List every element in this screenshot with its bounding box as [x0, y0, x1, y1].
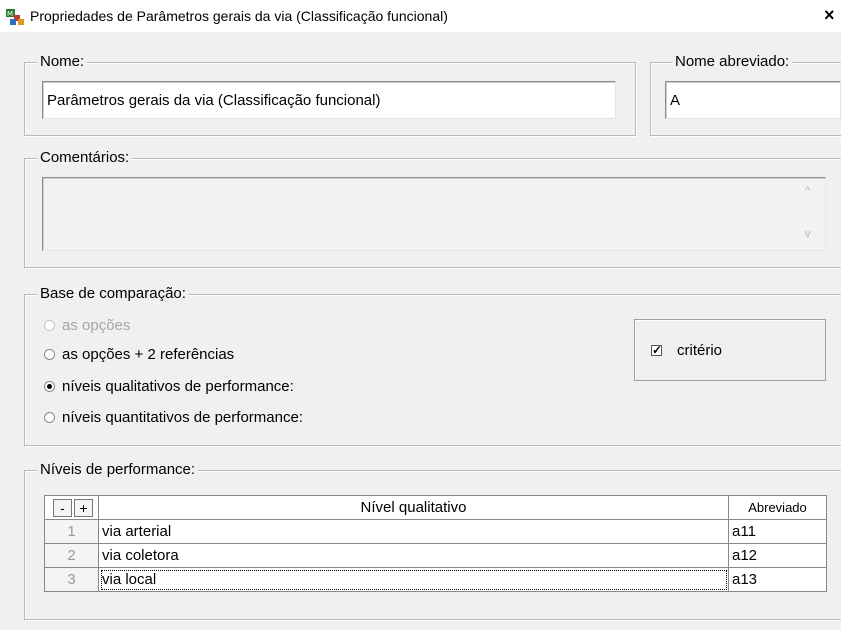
niveis-label: Níveis de performance: [37, 461, 199, 479]
row-controls: - + [44, 495, 99, 520]
radio-opcoes-referencias[interactable]: as opções + 2 referências [44, 345, 234, 365]
svg-text:M: M [7, 10, 13, 18]
level-cell[interactable]: via arterial [98, 519, 729, 544]
remove-row-button[interactable]: - [53, 498, 72, 517]
abbr-cell[interactable]: a13 [728, 567, 827, 592]
column-header-level: Nível qualitativo [98, 495, 729, 520]
radio-button[interactable] [44, 411, 55, 423]
radio-button-selected[interactable] [44, 380, 55, 392]
column-header-abbr: Abreviado [728, 495, 827, 520]
level-cell[interactable]: via coletora [98, 543, 729, 568]
criterio-checkbox[interactable]: ✓ [651, 344, 662, 356]
radio-label: as opções [62, 317, 131, 334]
radio-label: níveis quantitativos de performance: [62, 409, 303, 426]
nome-abreviado-input[interactable]: A [665, 81, 841, 119]
app-icon: M [6, 9, 24, 25]
nome-label: Nome: [37, 53, 88, 71]
radio-label: as opções + 2 referências [62, 346, 235, 363]
nome-abreviado-label: Nome abreviado: [672, 53, 793, 71]
level-cell[interactable]: via local [98, 567, 729, 592]
comentarios-label: Comentários: [37, 149, 133, 167]
criterio-label: critério [677, 342, 723, 359]
close-icon[interactable]: × [824, 5, 835, 26]
row-number: 1 [44, 519, 99, 544]
table-row[interactable]: 3 via local a13 [44, 567, 827, 592]
radio-button[interactable] [44, 348, 55, 360]
radio-niveis-quantitativos[interactable]: níveis quantitativos de performance: [44, 408, 303, 428]
row-number: 3 [44, 567, 99, 592]
radio-as-opcoes[interactable]: as opções [44, 316, 130, 336]
abbr-cell[interactable]: a12 [728, 543, 827, 568]
scroll-up-arrow-icon[interactable]: ^ [805, 185, 817, 197]
table-row[interactable]: 2 via coletora a12 [44, 543, 827, 568]
niveis-table: - + Nível qualitativo Abreviado 1 via art… [44, 495, 827, 592]
nome-input[interactable]: Parâmetros gerais da via (Classificação … [42, 81, 616, 119]
comentarios-textarea[interactable]: ^ v [42, 177, 826, 251]
window-title: Propriedades de Parâmetros gerais da via… [30, 8, 448, 24]
table-row[interactable]: 1 via arterial a11 [44, 519, 827, 544]
table-header-row: - + Nível qualitativo Abreviado [44, 495, 827, 520]
scroll-down-arrow-icon[interactable]: v [805, 228, 817, 240]
criterio-box: ✓ critério [634, 319, 826, 381]
radio-niveis-qualitativos[interactable]: níveis qualitativos de performance: [44, 377, 294, 397]
row-number: 2 [44, 543, 99, 568]
radio-label: níveis qualitativos de performance: [62, 378, 294, 395]
title-bar: M Propriedades de Parâmetros gerais da v… [0, 0, 841, 32]
base-comparacao-label: Base de comparação: [37, 285, 189, 303]
radio-button[interactable] [44, 319, 55, 331]
abbr-cell[interactable]: a11 [728, 519, 827, 544]
add-row-button[interactable]: + [74, 498, 93, 517]
